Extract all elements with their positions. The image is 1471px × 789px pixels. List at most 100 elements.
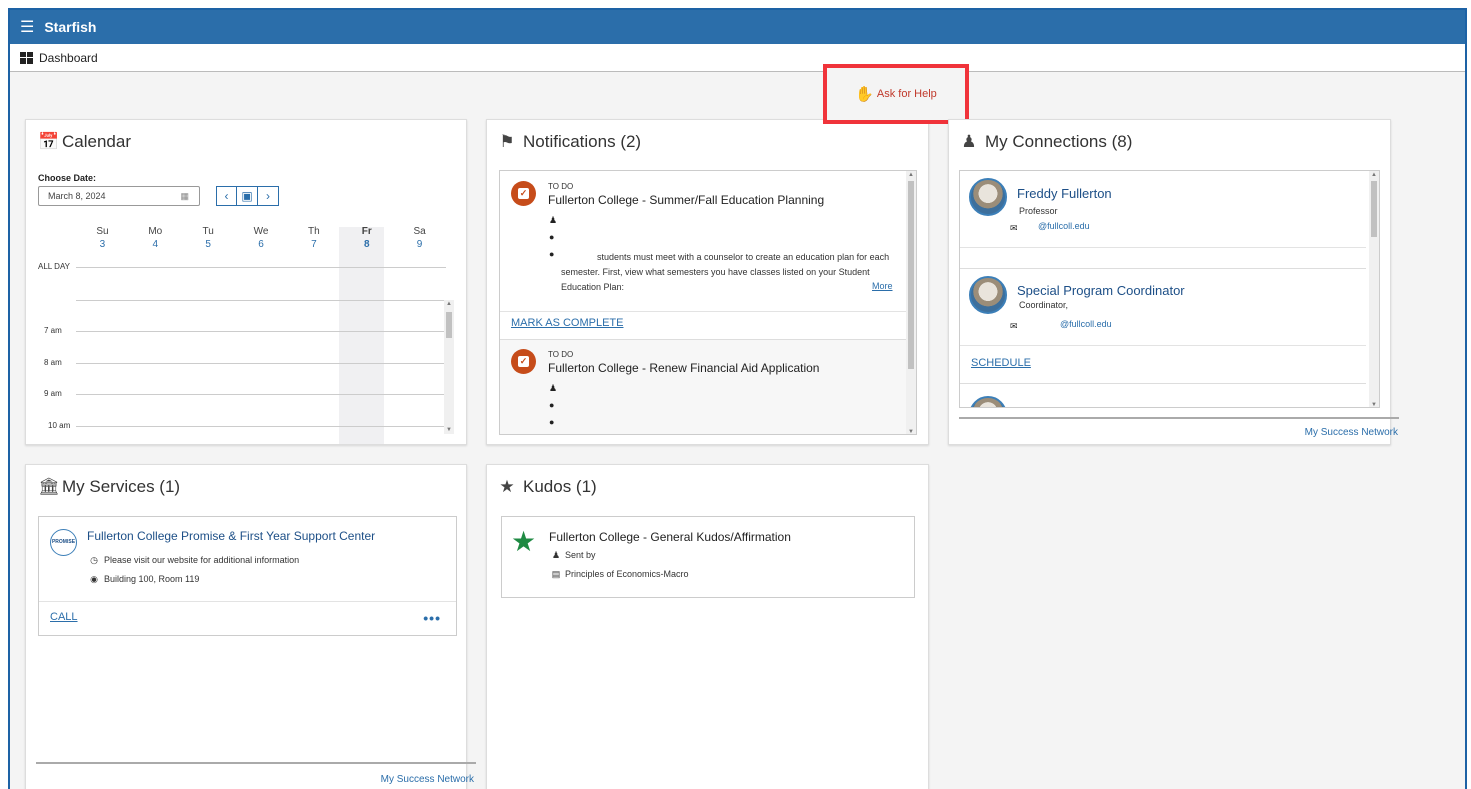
service-name[interactable]: Fullerton College Promise & First Year S…: [87, 529, 375, 543]
flag-icon: ⚑: [499, 132, 515, 151]
course-text: Principles of Economics-Macro: [565, 569, 689, 579]
service-item: PROMISE Fullerton College Promise & Firs…: [38, 516, 457, 636]
day-fr[interactable]: Fr 8: [340, 226, 393, 250]
footer-rule: [959, 417, 1399, 419]
person-icon: ♟: [961, 132, 977, 151]
connection-email[interactable]: @fullcoll.edu: [1060, 319, 1112, 329]
email-icon: ✉: [1010, 321, 1018, 331]
notification-description: students must meet with a counselor to c…: [561, 252, 890, 292]
ask-for-help-label: Ask for Help: [876, 88, 937, 100]
day-num: 7: [311, 239, 317, 250]
notification-type: TO DO: [548, 182, 574, 191]
day-abbr: Su: [96, 226, 109, 237]
more-link[interactable]: More: [872, 281, 893, 291]
person-icon: ♟: [551, 550, 561, 560]
day-we[interactable]: We 6: [235, 226, 288, 250]
mark-as-complete-link[interactable]: MARK AS COMPLETE: [511, 317, 623, 329]
info-icon: ●: [549, 249, 555, 259]
day-num: 9: [416, 239, 423, 250]
day-num: 6: [258, 239, 264, 250]
hour-label: 9 am: [44, 389, 62, 398]
allday-divider: [76, 267, 446, 268]
call-link[interactable]: CALL: [50, 611, 78, 623]
connection-email[interactable]: @fullcoll.edu: [1038, 221, 1090, 231]
prev-date-button[interactable]: ‹: [216, 186, 237, 206]
schedule-link[interactable]: SCHEDULE: [971, 357, 1031, 369]
week-days: Su 3 Mo 4 Tu 5 We 6 Th 7 Fr 8 Sa 9: [76, 226, 446, 250]
day-abbr: Mo: [148, 226, 163, 237]
connection-role: Professor: [1019, 206, 1058, 216]
connection-role: Coordinator,: [1019, 300, 1069, 310]
person-icon: ♟: [549, 215, 558, 225]
menu-icon[interactable]: ☰: [20, 17, 34, 37]
dashboard-icon: [20, 51, 33, 64]
notifications-title: ⚑ Notifications (2): [499, 132, 641, 152]
email-icon: ✉: [1010, 223, 1018, 233]
todo-check-icon: ✓: [511, 181, 536, 206]
calendar-icon: 📅: [38, 132, 60, 151]
day-num: 8: [363, 239, 370, 250]
location-pin-icon: ◉: [90, 574, 98, 584]
my-success-network-link[interactable]: My Success Network: [1305, 427, 1398, 438]
connection-name[interactable]: Special Program Coordinator: [1017, 283, 1185, 298]
breadcrumb-dashboard[interactable]: Dashboard: [39, 51, 98, 65]
day-sa[interactable]: Sa 9: [393, 226, 446, 250]
choose-date-label: Choose Date:: [38, 173, 97, 183]
hour-line: [76, 363, 446, 364]
services-card: 🏛 My Services (1) PROMISE Fullerton Coll…: [25, 464, 476, 789]
connection-name[interactable]: Freddy Fullerton: [1017, 186, 1112, 201]
day-mo[interactable]: Mo 4: [129, 226, 182, 250]
hour-label: 7 am: [44, 326, 62, 335]
day-su[interactable]: Su 3: [76, 226, 129, 250]
hour-label: 8 am: [44, 358, 62, 367]
item-divider: [960, 345, 1366, 346]
notification-title[interactable]: Fullerton College - Summer/Fall Educatio…: [548, 193, 824, 207]
notification-type: TO DO: [548, 350, 574, 359]
todo-check-icon: ✓: [511, 349, 536, 374]
notifications-title-text: Notifications (2): [523, 132, 642, 151]
today-calendar-button[interactable]: ▣: [237, 186, 258, 206]
my-success-network-link[interactable]: My Success Network: [381, 774, 474, 785]
connections-scrollbar[interactable]: ▲ ▼: [1369, 171, 1379, 407]
day-num: 5: [205, 239, 211, 250]
day-abbr: Tu: [202, 226, 214, 237]
day-abbr: Sa: [413, 226, 426, 237]
connections-card: ♟ My Connections (8) Freddy Fullerton Pr…: [948, 119, 1399, 445]
day-abbr: Fr: [361, 226, 372, 237]
hour-line: [76, 394, 446, 395]
date-picker-input[interactable]: March 8, 2024 ▦: [38, 186, 200, 206]
day-th[interactable]: Th 7: [287, 226, 340, 250]
star-icon: ★: [499, 477, 515, 496]
hour-label: 10 am: [48, 421, 71, 430]
book-icon: ▤: [551, 569, 561, 579]
connections-title: ♟ My Connections (8): [961, 132, 1132, 152]
calendar-small-icon[interactable]: ▦: [180, 187, 189, 205]
service-location: ◉ Building 100, Room 119: [88, 574, 199, 585]
day-abbr: We: [253, 226, 269, 237]
more-options-icon[interactable]: •••: [423, 610, 441, 626]
kudos-sender: ♟ Sent by: [550, 550, 596, 561]
raised-hand-icon: ✋: [855, 86, 874, 103]
kudos-card: ★ Kudos (1) ★ Fullerton College - Genera…: [486, 464, 929, 789]
service-info-text: Please visit our website for additional …: [104, 555, 300, 565]
kudos-title-text: Kudos (1): [523, 477, 597, 496]
person-icon: ♟: [549, 383, 558, 393]
day-tu[interactable]: Tu 5: [182, 226, 235, 250]
item-divider: [500, 311, 906, 312]
notification-title[interactable]: Fullerton College - Renew Financial Aid …: [548, 361, 819, 375]
breadcrumb: Dashboard: [10, 44, 1465, 72]
next-date-button[interactable]: ›: [258, 186, 279, 206]
notification-item: ✓ TO DO Fullerton College - Summer/Fall …: [500, 171, 906, 340]
connection-item: Special Program Coordinator Coordinator,…: [960, 269, 1366, 384]
notifications-card: ⚑ Notifications (2) ✓ TO DO Fullerton Co…: [486, 119, 929, 445]
kudos-course: ▤ Principles of Economics-Macro: [550, 569, 689, 580]
kudos-item: ★ Fullerton College - General Kudos/Affi…: [501, 516, 915, 598]
allday-label: ALL DAY: [38, 262, 71, 271]
ask-for-help-button[interactable]: ✋ Ask for Help: [823, 64, 969, 124]
notifications-scrollbar[interactable]: ▲ ▼: [906, 171, 916, 434]
hour-line: [76, 331, 446, 332]
item-divider: [960, 247, 1366, 248]
calendar-scrollbar[interactable]: ▲ ▼: [444, 300, 454, 434]
kudos-item-title[interactable]: Fullerton College - General Kudos/Affirm…: [549, 530, 791, 544]
service-location-text: Building 100, Room 119: [104, 574, 200, 584]
